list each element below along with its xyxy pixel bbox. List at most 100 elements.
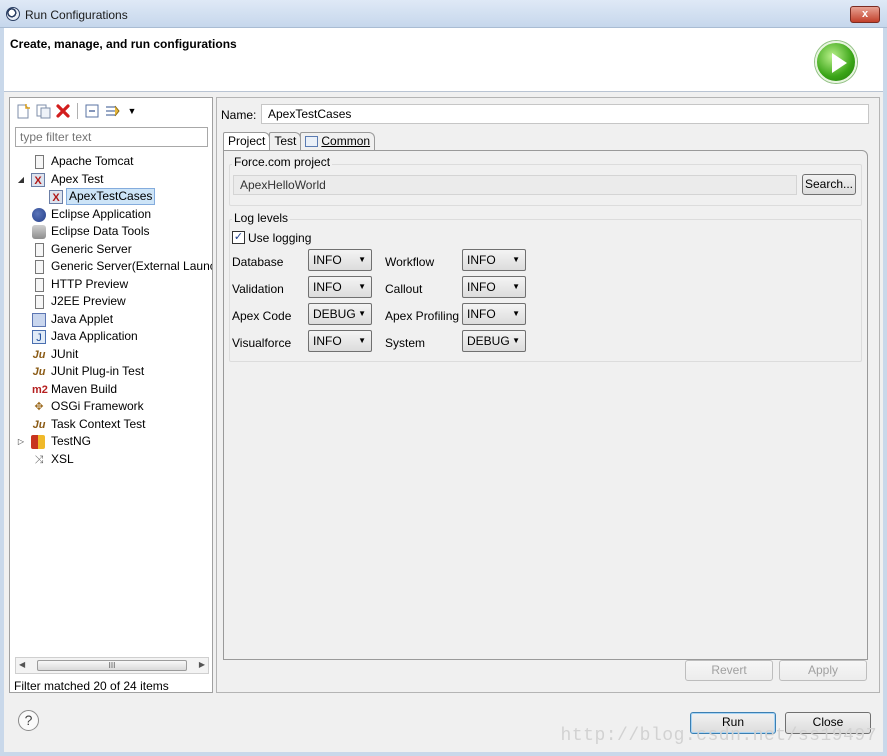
- tab-project[interactable]: Project: [223, 132, 271, 152]
- revert-button[interactable]: Revert: [685, 660, 773, 681]
- expanded-arrow-icon[interactable]: ◢: [16, 171, 26, 188]
- tree-item-generic-server[interactable]: Generic Server: [10, 241, 212, 259]
- tree-item-junit[interactable]: Ju JUnit: [10, 346, 212, 364]
- dialog-body: ▼ Apache Tomcat ◢ X Apex Test X ApexTest…: [4, 92, 883, 752]
- level-label-apex-profiling: Apex Profiling: [385, 309, 460, 323]
- tree-item-apextestcases[interactable]: X ApexTestCases: [10, 188, 212, 206]
- use-logging-checkbox[interactable]: ✓: [232, 231, 245, 244]
- filter-match-status: Filter matched 20 of 24 items: [14, 679, 169, 693]
- tree-item-junit-plugin-test[interactable]: Ju JUnit Plug-in Test: [10, 363, 212, 381]
- tree-item-eclipse-application[interactable]: Eclipse Application: [10, 206, 212, 224]
- level-select-visualforce[interactable]: INFO ▼: [308, 330, 372, 352]
- tree-item-label: Apache Tomcat: [51, 154, 134, 168]
- server-file-icon: [35, 260, 44, 274]
- tree-item-xsl[interactable]: ⤨ XSL: [10, 451, 212, 469]
- tree-item-http-preview[interactable]: HTTP Preview: [10, 276, 212, 294]
- tree-item-label: Task Context Test: [51, 416, 146, 431]
- tree-item-label: JUnit: [51, 346, 79, 361]
- filter-input[interactable]: [15, 127, 208, 147]
- scrollbar-thumb[interactable]: III: [37, 660, 187, 671]
- apply-button[interactable]: Apply: [779, 660, 867, 681]
- tree-item-label: J2EE Preview: [51, 294, 126, 308]
- tree-item-label: Generic Server: [51, 241, 132, 256]
- select-value: INFO: [467, 307, 496, 321]
- select-value: INFO: [313, 253, 342, 267]
- scroll-left-icon[interactable]: ◀: [19, 660, 25, 669]
- horizontal-scrollbar[interactable]: ◀ III ▶: [15, 657, 209, 674]
- tree-item-apex-test[interactable]: ◢ X Apex Test: [10, 171, 212, 189]
- run-banner-icon: [815, 41, 857, 83]
- tree-item-label: HTTP Preview: [51, 276, 129, 291]
- level-select-system[interactable]: DEBUG ▼: [462, 330, 526, 352]
- dropdown-arrow-icon: ▼: [512, 255, 520, 264]
- level-select-apex-profiling[interactable]: INFO ▼: [462, 303, 526, 325]
- testng-icon: [31, 435, 45, 449]
- tree-item-j2ee-preview[interactable]: J2EE Preview: [10, 293, 212, 311]
- name-input[interactable]: ApexTestCases: [261, 104, 869, 124]
- level-label-callout: Callout: [385, 282, 423, 296]
- tree-item-label: Eclipse Application: [51, 206, 152, 221]
- level-select-database[interactable]: INFO ▼: [308, 249, 372, 271]
- dropdown-arrow-icon: ▼: [358, 336, 366, 345]
- filter-icon[interactable]: [103, 102, 121, 120]
- level-select-callout[interactable]: INFO ▼: [462, 276, 526, 298]
- duplicate-config-icon[interactable]: [34, 102, 52, 120]
- xsl-icon: ⤨: [34, 453, 44, 466]
- tree-item-label: Maven Build: [51, 381, 118, 396]
- collapsed-arrow-icon[interactable]: ▷: [16, 433, 26, 450]
- project-field: ApexHelloWorld: [233, 175, 797, 195]
- server-file-icon: [35, 155, 44, 169]
- dropdown-arrow-icon: ▼: [358, 309, 366, 318]
- tab-common[interactable]: Common: [300, 132, 376, 151]
- dialog-header: Create, manage, and run configurations: [4, 28, 883, 92]
- maven-icon: m2: [32, 383, 48, 396]
- window-title: Run Configurations: [25, 8, 128, 22]
- apex-test-icon: X: [49, 190, 63, 204]
- tab-label: Project: [228, 134, 266, 148]
- watermark-text: http://blog.csdn.net/ss19497: [560, 726, 877, 746]
- view-menu-chevron-down-icon[interactable]: ▼: [123, 102, 141, 120]
- level-select-workflow[interactable]: INFO ▼: [462, 249, 526, 271]
- junit-plugin-icon: Ju: [32, 366, 46, 378]
- level-select-apex-code[interactable]: DEBUG ▼: [308, 303, 372, 325]
- tree-item-label: Java Application: [51, 329, 138, 343]
- tree-item-label: XSL: [51, 451, 74, 466]
- osgi-icon: ✥: [34, 401, 44, 413]
- level-label-system: System: [385, 336, 426, 350]
- select-value: DEBUG: [313, 307, 356, 321]
- scroll-right-icon[interactable]: ▶: [199, 660, 205, 669]
- tree-item-java-application[interactable]: J Java Application: [10, 328, 212, 346]
- new-config-icon[interactable]: [14, 102, 32, 120]
- tree-item-apache-tomcat[interactable]: Apache Tomcat: [10, 153, 212, 171]
- tree-item-eclipse-data-tools[interactable]: Eclipse Data Tools: [10, 223, 212, 241]
- tree-item-task-context-test[interactable]: Ju Task Context Test: [10, 416, 212, 434]
- tree-item-generic-server-external[interactable]: Generic Server(External Launc: [10, 258, 212, 276]
- search-button[interactable]: Search...: [802, 174, 856, 195]
- name-label: Name:: [221, 108, 257, 122]
- tree-item-java-applet[interactable]: Java Applet: [10, 311, 212, 329]
- collapse-all-icon[interactable]: [83, 102, 101, 120]
- common-tab-icon: [305, 136, 319, 147]
- dropdown-arrow-icon: ▼: [358, 255, 366, 264]
- tab-label: Test: [274, 134, 297, 148]
- project-group-title: Force.com project: [232, 155, 333, 169]
- select-value: INFO: [467, 280, 496, 294]
- tree-item-osgi-framework[interactable]: ✥ OSGi Framework: [10, 398, 212, 416]
- tree-item-maven-build[interactable]: m2 Maven Build: [10, 381, 212, 399]
- tree-item-label: Java Applet: [51, 311, 114, 326]
- window-close-button[interactable]: x: [850, 6, 880, 23]
- tree-item-label: ApexTestCases: [66, 188, 156, 205]
- dialog-heading: Create, manage, and run configurations: [10, 37, 237, 51]
- config-toolbar: ▼: [14, 101, 141, 121]
- java-application-icon: J: [32, 330, 46, 344]
- tab-test[interactable]: Test: [269, 132, 302, 151]
- tree-item-label: OSGi Framework: [51, 399, 144, 413]
- task-context-icon: Ju: [32, 418, 46, 431]
- select-value: INFO: [467, 253, 496, 267]
- tree-item-testng[interactable]: ▷ TestNG: [10, 433, 212, 451]
- help-icon[interactable]: ?: [18, 710, 39, 731]
- server-file-icon: [35, 295, 44, 309]
- title-bar: Run Configurations x: [0, 0, 887, 28]
- delete-config-icon[interactable]: [54, 102, 72, 120]
- level-select-validation[interactable]: INFO ▼: [308, 276, 372, 298]
